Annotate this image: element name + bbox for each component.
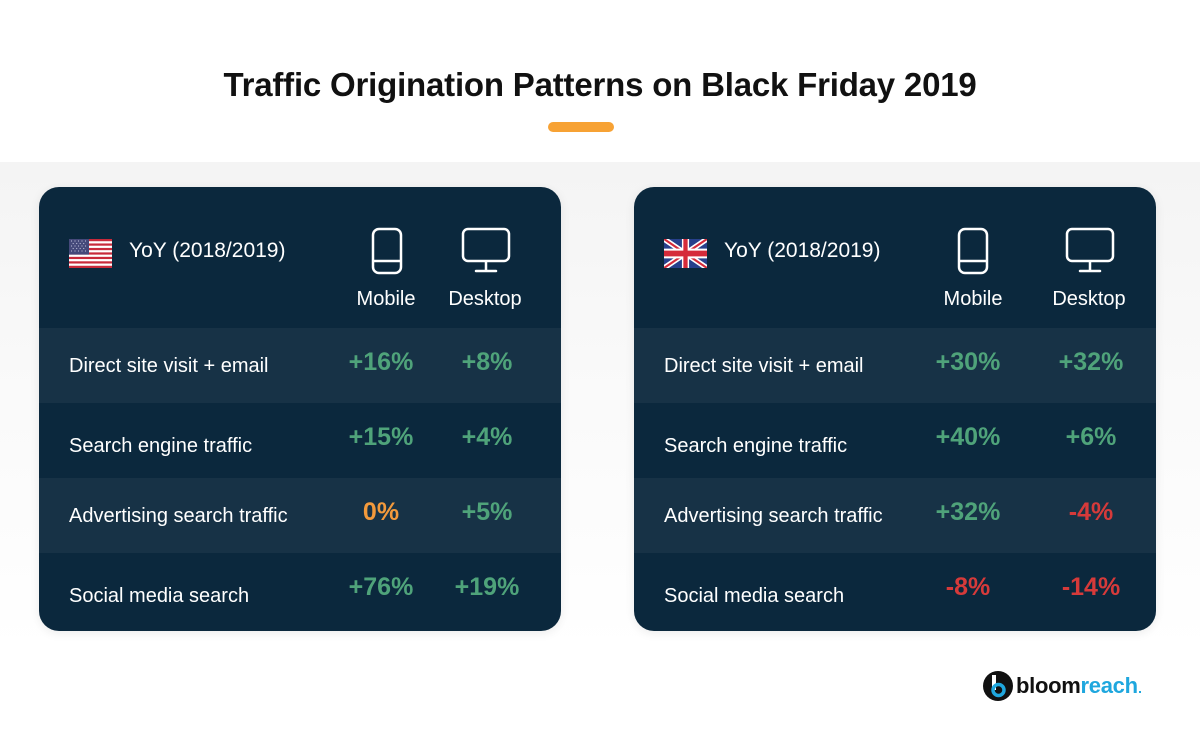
page-title: Traffic Origination Patterns on Black Fr…	[223, 66, 977, 103]
us-panel: YoY (2018/2019) Mobile Desktop Direct si…	[39, 187, 561, 631]
mobile-phone-icon	[371, 227, 403, 275]
column-label-desktop: Desktop	[1052, 288, 1126, 310]
mobile-value: +16%	[348, 348, 414, 376]
table-row: Advertising search traffic 0% +5%	[39, 478, 561, 553]
table-row: Social media search +76% +19%	[39, 553, 561, 628]
row-label: Search engine traffic	[69, 435, 253, 457]
table-row: Direct site visit + email +16% +8%	[39, 328, 561, 403]
yoy-header: YoY (2018/2019)	[724, 239, 881, 262]
mobile-value: +76%	[348, 573, 414, 601]
column-label-desktop: Desktop	[448, 288, 522, 310]
uk-flag-icon	[664, 239, 707, 268]
panel-header: YoY (2018/2019) Mobile Desktop	[634, 187, 1156, 328]
desktop-monitor-icon	[1065, 227, 1115, 273]
table-row: Direct site visit + email +30% +32%	[634, 328, 1156, 403]
column-label-mobile: Mobile	[356, 288, 416, 310]
row-label: Social media search	[664, 585, 845, 607]
title-accent-bar	[548, 122, 614, 132]
desktop-value: -4%	[1068, 498, 1114, 526]
bloomreach-wordmark: bloomreach	[1016, 673, 1141, 699]
yoy-header: YoY (2018/2019)	[129, 239, 286, 262]
row-label: Direct site visit + email	[664, 355, 864, 377]
logo-text-part2: reach	[1080, 673, 1139, 698]
mobile-phone-icon	[957, 227, 989, 275]
logo-text-part1: bloom	[1016, 673, 1081, 698]
desktop-value: +5%	[461, 498, 513, 526]
mobile-value: +32%	[935, 498, 1001, 526]
mobile-value: 0%	[362, 498, 400, 526]
logo-dot	[1138, 691, 1141, 693]
us-flag-icon	[69, 239, 112, 268]
panel-header: YoY (2018/2019) Mobile Desktop	[39, 187, 561, 328]
row-label: Search engine traffic	[664, 435, 848, 457]
bloomreach-logo-mark-icon	[983, 671, 1013, 701]
desktop-value: +4%	[461, 423, 513, 451]
column-label-mobile: Mobile	[943, 288, 1003, 310]
desktop-monitor-icon	[461, 227, 511, 273]
row-label: Advertising search traffic	[664, 505, 883, 527]
mobile-value: +15%	[348, 423, 414, 451]
table-row: Search engine traffic +40% +6%	[634, 403, 1156, 478]
row-label: Social media search	[69, 585, 250, 607]
desktop-value: +19%	[454, 573, 520, 601]
mobile-value: +30%	[935, 348, 1001, 376]
desktop-value: +6%	[1065, 423, 1117, 451]
desktop-value: +8%	[461, 348, 513, 376]
desktop-value: +32%	[1058, 348, 1124, 376]
uk-panel: YoY (2018/2019) Mobile Desktop Direct si…	[634, 187, 1156, 631]
mobile-value: +40%	[935, 423, 1001, 451]
table-row: Advertising search traffic +32% -4%	[634, 478, 1156, 553]
bloomreach-logo: bloomreach	[983, 669, 1141, 703]
table-row: Social media search -8% -14%	[634, 553, 1156, 628]
mobile-value: -8%	[945, 573, 991, 601]
desktop-value: -14%	[1061, 573, 1121, 601]
row-label: Advertising search traffic	[69, 505, 288, 527]
table-row: Search engine traffic +15% +4%	[39, 403, 561, 478]
row-label: Direct site visit + email	[69, 355, 269, 377]
